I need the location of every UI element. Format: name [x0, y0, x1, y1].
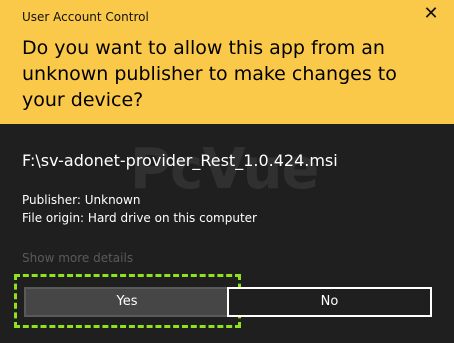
window-title: User Account Control — [22, 10, 149, 24]
close-icon: ✕ — [423, 3, 439, 24]
publisher-label: Publisher: Unknown — [22, 193, 141, 207]
no-button[interactable]: No — [227, 287, 432, 317]
uac-header: User Account Control ✕ Do you want to al… — [0, 0, 454, 124]
file-origin-label: File origin: Hard drive on this computer — [22, 211, 257, 225]
file-name: F:\sv-adonet-provider_Rest_1.0.424.msi — [22, 151, 338, 170]
yes-button[interactable]: Yes — [24, 287, 230, 317]
uac-question: Do you want to allow this app from an un… — [22, 37, 397, 111]
uac-dialog: User Account Control ✕ Do you want to al… — [0, 0, 454, 343]
uac-body: PcVue F:\sv-adonet-provider_Rest_1.0.424… — [0, 124, 454, 343]
show-more-details-link[interactable]: Show more details — [22, 250, 133, 266]
close-button[interactable]: ✕ — [420, 3, 442, 25]
